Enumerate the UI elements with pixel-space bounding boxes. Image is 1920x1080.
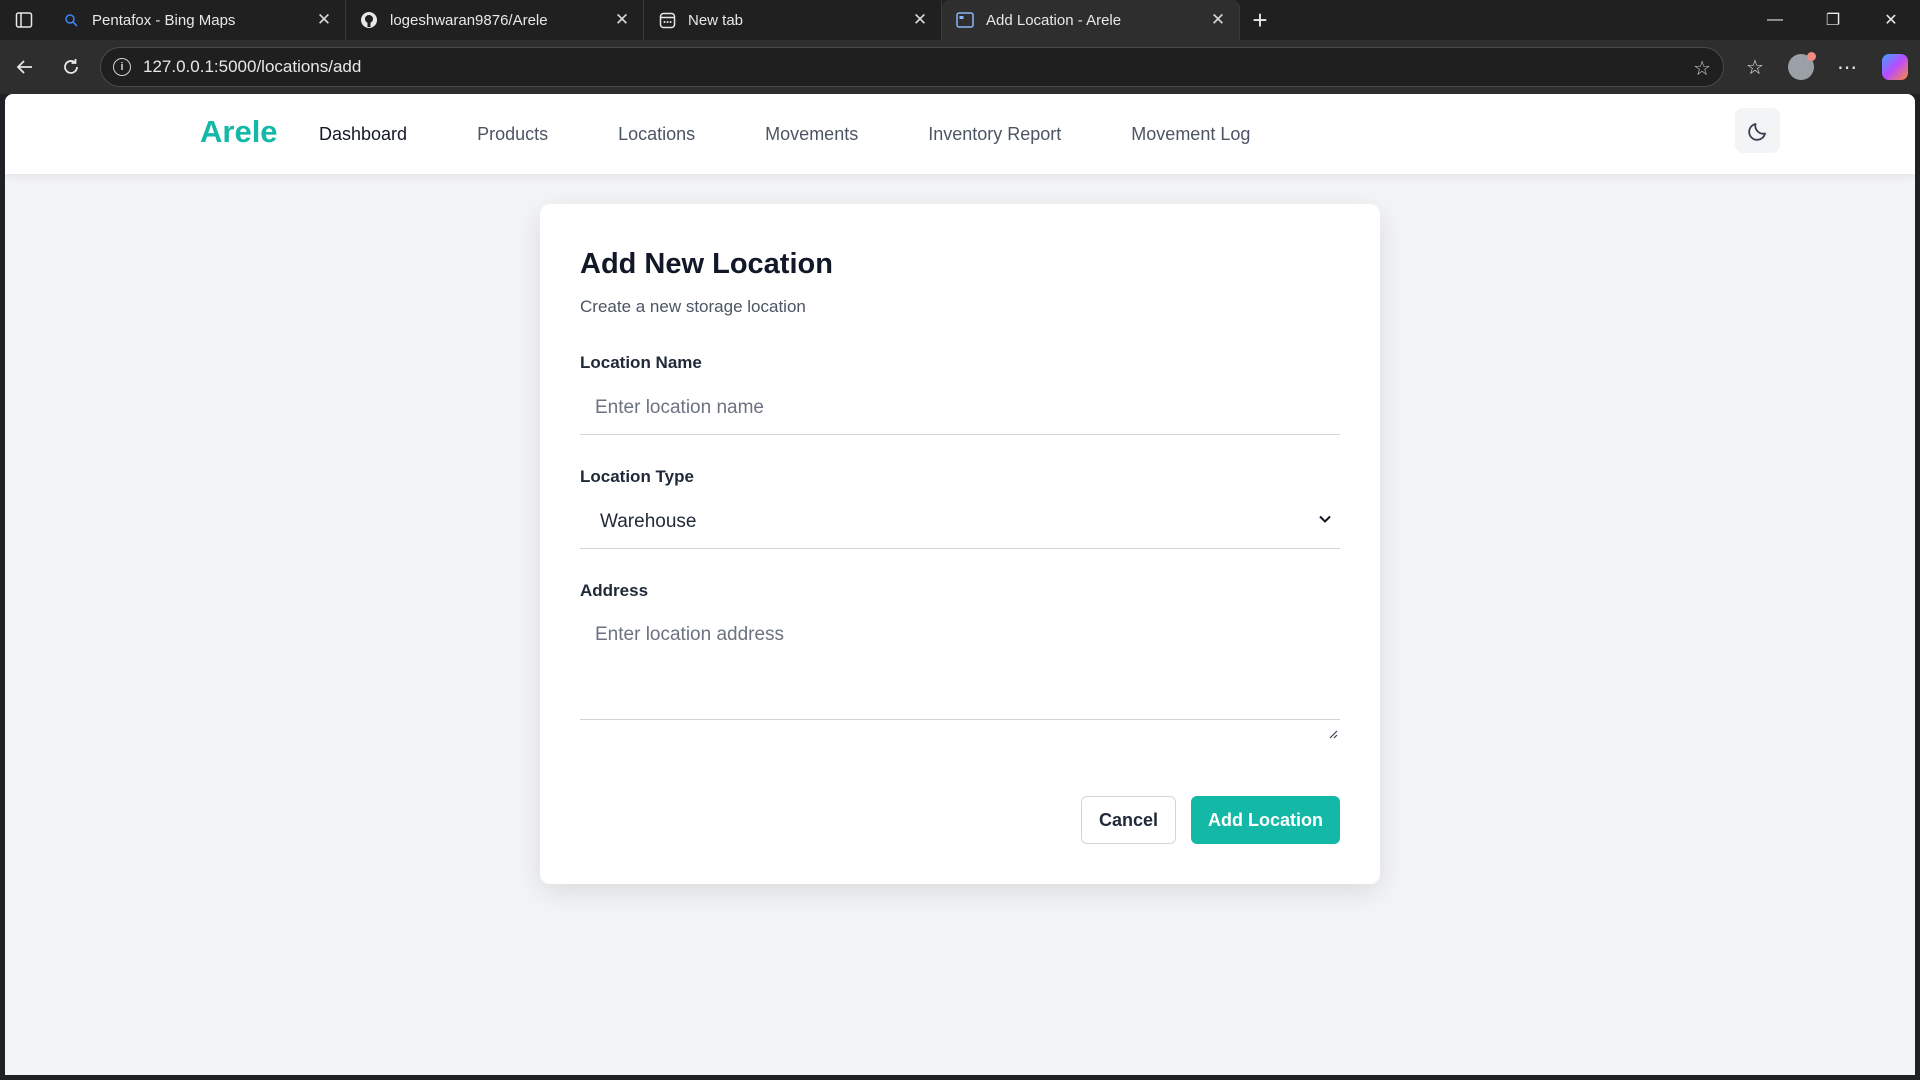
refresh-icon[interactable] <box>48 47 94 87</box>
favorite-star-icon[interactable]: ☆ <box>1693 56 1711 81</box>
browser-tools: ☆ ⋯ <box>1732 40 1920 94</box>
close-window-icon[interactable]: ✕ <box>1862 0 1920 40</box>
page-icon <box>956 11 974 29</box>
address-textarea[interactable] <box>580 610 1340 720</box>
profile-avatar[interactable] <box>1788 52 1816 80</box>
url-bar[interactable]: i 127.0.0.1:5000/locations/add ☆ <box>100 47 1724 87</box>
moon-icon <box>1747 122 1766 141</box>
brand-logo[interactable]: Arele <box>200 114 278 150</box>
add-location-button[interactable]: Add Location <box>1191 796 1340 844</box>
form-actions: Cancel Add Location <box>1081 796 1340 844</box>
main-nav: Dashboard Products Locations Movements I… <box>319 94 1320 174</box>
location-type-select[interactable]: Warehouse <box>580 496 1340 549</box>
favorites-icon[interactable]: ☆ <box>1732 55 1778 80</box>
address-label: Address <box>580 581 649 600</box>
resize-handle-icon[interactable] <box>1328 729 1338 739</box>
browser-toolbar: i 127.0.0.1:5000/locations/add ☆ ☆ ⋯ <box>0 40 1920 94</box>
theme-toggle-button[interactable] <box>1735 108 1780 153</box>
window-controls: ― ❐ ✕ <box>1746 0 1920 40</box>
browser-tab-bar: Pentafox - Bing Maps ✕ logeshwaran9876/A… <box>0 0 1920 40</box>
minimize-icon[interactable]: ― <box>1746 0 1804 40</box>
nav-inventory-report[interactable]: Inventory Report <box>928 124 1061 145</box>
copilot-icon[interactable] <box>1882 54 1908 80</box>
tab-actions-button[interactable] <box>0 0 48 40</box>
site-info-icon[interactable]: i <box>113 58 131 76</box>
back-icon[interactable] <box>2 47 48 87</box>
location-name-label: Location Name <box>580 353 702 372</box>
address-group: Address <box>580 581 1340 720</box>
bing-search-icon <box>62 11 80 29</box>
nav-dashboard[interactable]: Dashboard <box>319 124 407 145</box>
restore-icon[interactable]: ❐ <box>1804 0 1862 40</box>
browser-tab-add-location[interactable]: Add Location - Arele ✕ <box>942 0 1240 40</box>
page-title: Add New Location <box>580 248 833 280</box>
tab-title: logeshwaran9876/Arele <box>390 11 548 29</box>
browser-tab-github[interactable]: logeshwaran9876/Arele ✕ <box>346 0 644 40</box>
newtab-icon <box>658 11 676 29</box>
sidebar-icon <box>15 12 33 28</box>
browser-tab-bing[interactable]: Pentafox - Bing Maps ✕ <box>48 0 346 40</box>
nav-movement-log[interactable]: Movement Log <box>1131 124 1250 145</box>
close-icon[interactable]: ✕ <box>911 10 929 29</box>
tab-title: New tab <box>688 11 744 29</box>
location-name-group: Location Name <box>580 353 1340 435</box>
location-type-label: Location Type <box>580 467 694 486</box>
page-viewport: Arele Dashboard Products Locations Movem… <box>5 94 1915 1075</box>
github-icon <box>360 11 378 29</box>
close-icon[interactable]: ✕ <box>315 10 333 29</box>
tab-title: Add Location - Arele <box>986 11 1122 29</box>
add-location-card: Add New Location Create a new storage lo… <box>540 204 1380 884</box>
app-header: Arele Dashboard Products Locations Movem… <box>5 94 1915 174</box>
new-tab-button[interactable]: + <box>1240 0 1280 40</box>
location-type-group: Location Type Warehouse <box>580 467 1340 549</box>
location-type-value: Warehouse <box>600 511 697 532</box>
chevron-down-icon <box>1319 515 1331 523</box>
url-text: 127.0.0.1:5000/locations/add <box>143 57 362 76</box>
browser-tab-newtab[interactable]: New tab ✕ <box>644 0 942 40</box>
cancel-button[interactable]: Cancel <box>1081 796 1176 844</box>
location-name-input[interactable] <box>580 382 1340 435</box>
tab-title: Pentafox - Bing Maps <box>92 11 236 29</box>
nav-locations[interactable]: Locations <box>618 124 695 145</box>
close-icon[interactable]: ✕ <box>1209 10 1227 29</box>
nav-products[interactable]: Products <box>477 124 548 145</box>
nav-movements[interactable]: Movements <box>765 124 858 145</box>
more-options-icon[interactable]: ⋯ <box>1824 55 1870 80</box>
page-subtitle: Create a new storage location <box>580 297 806 316</box>
close-icon[interactable]: ✕ <box>613 10 631 29</box>
